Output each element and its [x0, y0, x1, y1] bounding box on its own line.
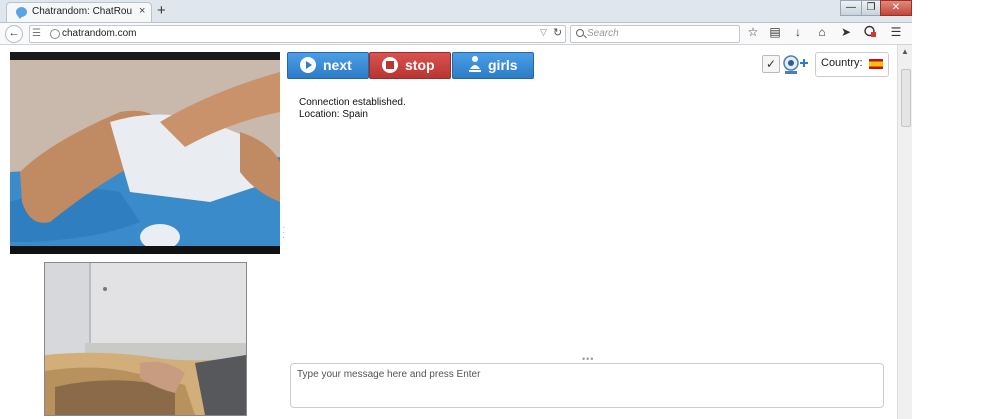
- download-icon[interactable]: ↓: [790, 25, 806, 39]
- reload-icon[interactable]: ↻: [553, 26, 562, 39]
- girls-button[interactable]: girls: [452, 52, 534, 79]
- close-window-button[interactable]: ✕: [880, 0, 912, 16]
- new-tab-button[interactable]: +: [157, 2, 166, 19]
- tab-chatrandom[interactable]: Chatrandom: ChatRoulette… ×: [6, 2, 152, 22]
- chat-log: Connection established. Location: Spain: [299, 97, 406, 121]
- search-bar[interactable]: Search: [570, 25, 740, 43]
- message-input[interactable]: [290, 363, 884, 408]
- my-webcam-video: [44, 262, 247, 416]
- country-label: Country:: [821, 57, 863, 69]
- stop-button[interactable]: stop: [369, 52, 451, 79]
- scroll-up-icon[interactable]: ▲: [901, 47, 909, 56]
- stop-button-label: stop: [405, 57, 435, 73]
- home-icon[interactable]: ⌂: [814, 25, 830, 39]
- checkmark-icon[interactable]: ✓: [762, 55, 780, 73]
- url-bar[interactable]: ☰ chatrandom.com ▽ ↻: [29, 25, 566, 43]
- search-placeholder: Search: [587, 28, 619, 39]
- reading-list-icon[interactable]: ▤: [767, 25, 783, 39]
- chat-bubble-icon: [16, 7, 27, 19]
- maximize-button[interactable]: ❐: [861, 0, 881, 16]
- url-text[interactable]: chatrandom.com: [62, 28, 136, 39]
- scrollbar-thumb[interactable]: [901, 69, 911, 127]
- tab-title: Chatrandom: ChatRoulette…: [32, 6, 132, 17]
- video-splitter-handle[interactable]: · · ·: [282, 223, 285, 243]
- user-download-icon: [468, 55, 482, 80]
- send-icon[interactable]: ➤: [838, 25, 854, 39]
- tab-close-icon[interactable]: ×: [139, 5, 145, 17]
- navigation-bar: ← ☰ chatrandom.com ▽ ↻ Search ☆ ▤ ↓ ⌂ ➤ …: [0, 23, 912, 45]
- spain-flag-icon: [869, 59, 883, 69]
- add-webcam-icon[interactable]: [782, 53, 810, 75]
- country-selector[interactable]: Country:: [815, 52, 889, 77]
- extension-icon[interactable]: [862, 25, 878, 40]
- minimize-button[interactable]: —: [840, 0, 862, 16]
- bookmark-star-icon[interactable]: ☆: [745, 25, 761, 39]
- chat-log-line: Location: Spain: [299, 109, 368, 120]
- page-scrollbar[interactable]: ▲: [897, 45, 912, 419]
- chat-log-line: Connection established.: [299, 97, 406, 108]
- hamburger-menu-icon[interactable]: ☰: [888, 25, 904, 39]
- next-arrow-icon: [300, 57, 316, 73]
- search-icon: [576, 29, 584, 37]
- page-content: · · · next stop girls ✓ Country: Connect…: [0, 45, 897, 419]
- stranger-video: [10, 52, 280, 254]
- site-menu-icon[interactable]: ☰: [32, 28, 41, 39]
- stop-square-icon: [382, 57, 398, 73]
- girls-button-label: girls: [488, 57, 518, 73]
- next-button-label: next: [323, 57, 352, 73]
- browser-window: Chatrandom: ChatRoulette… × + — ❐ ✕ ← ☰ …: [0, 0, 912, 419]
- globe-icon: [50, 29, 60, 39]
- url-dropdown-icon[interactable]: ▽: [540, 27, 547, 38]
- next-button[interactable]: next: [287, 52, 369, 79]
- back-arrow-icon[interactable]: ←: [5, 25, 23, 43]
- tab-bar: Chatrandom: ChatRoulette… × + — ❐ ✕: [0, 0, 912, 23]
